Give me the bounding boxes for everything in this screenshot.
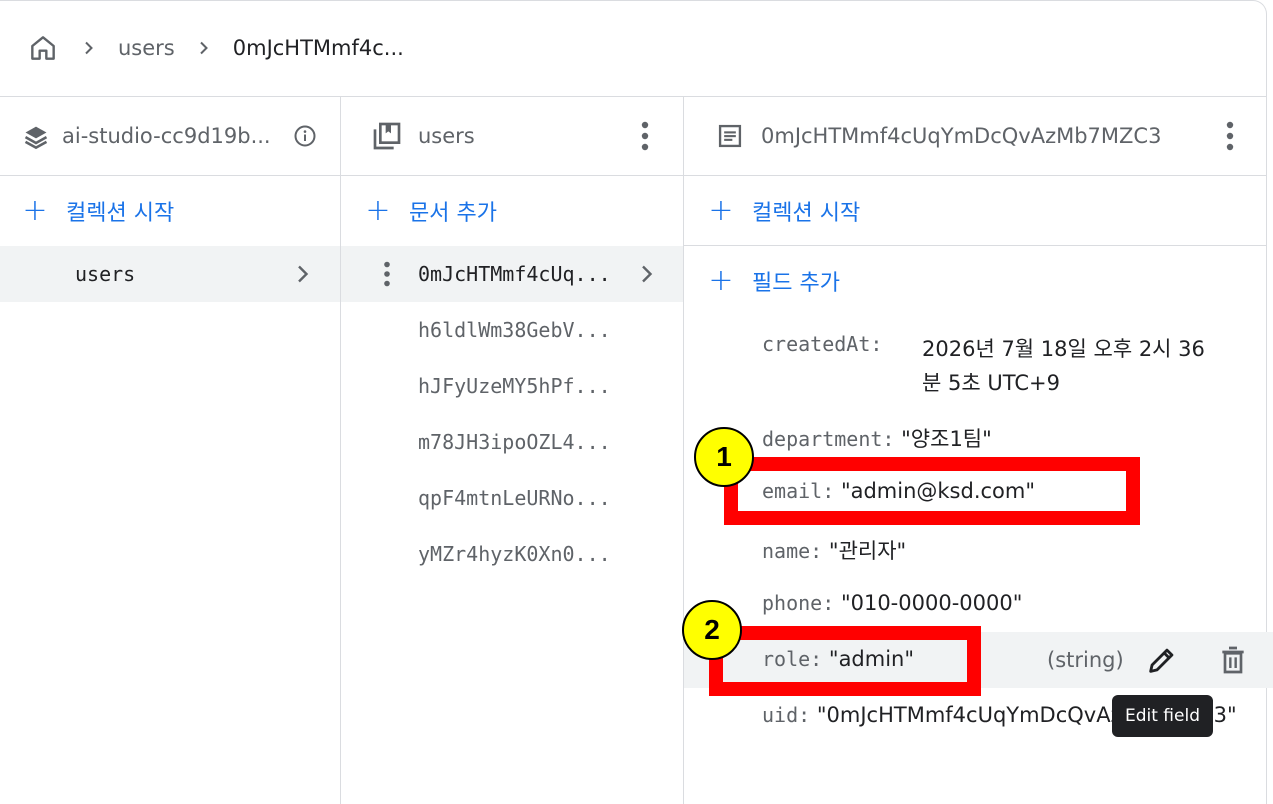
- document-item-label: 0mJcHTMmf4cUq...: [418, 262, 611, 286]
- edit-field-tooltip: Edit field: [1112, 695, 1213, 737]
- more-vert-icon[interactable]: [377, 254, 397, 294]
- field-createdAt-value: 2026년 7월 18일 오후 2시 36 분 5초 UTC+9: [922, 332, 1242, 400]
- home-icon[interactable]: [26, 31, 60, 65]
- document-item[interactable]: h6ldlWm38GebV...: [341, 302, 683, 358]
- chevron-right-icon: [82, 41, 96, 55]
- collection-column: users + 문서 추가 0mJcHTMmf4cUq... h6ldlWm38…: [341, 97, 684, 804]
- collection-item-label: users: [75, 262, 136, 286]
- collection-item-users[interactable]: users: [0, 246, 340, 302]
- collection-header: users: [341, 97, 683, 176]
- add-document-button[interactable]: + 문서 추가: [341, 176, 683, 246]
- document-item[interactable]: 0mJcHTMmf4cUq...: [341, 246, 683, 302]
- add-field-button[interactable]: + 필드 추가: [684, 246, 1267, 316]
- delete-icon[interactable]: [1216, 642, 1250, 678]
- field-name[interactable]: name: "관리자": [762, 535, 906, 565]
- chevron-right-icon: [637, 264, 657, 284]
- document-item[interactable]: hJFyUzeMY5hPf...: [341, 358, 683, 414]
- field-type-label: (string): [1047, 648, 1124, 672]
- more-vert-icon[interactable]: [1216, 116, 1244, 156]
- field-value: "양조1팀": [901, 427, 992, 451]
- document-item-label: qpF4mtnLeURNo...: [418, 486, 611, 510]
- plus-icon: +: [708, 192, 734, 228]
- document-item[interactable]: yMZr4hyzK0Xn0...: [341, 526, 683, 582]
- field-value: "010-0000-0000": [840, 591, 1023, 615]
- project-header: ai-studio-cc9d19b...: [0, 97, 340, 176]
- highlight-box-role: [709, 626, 981, 696]
- field-value-line: 2026년 7월 18일 오후 2시 36: [922, 337, 1205, 361]
- firestore-stack-icon: [22, 122, 50, 150]
- collection-title: users: [418, 124, 475, 148]
- field-key: uid:: [762, 703, 811, 727]
- document-item[interactable]: qpF4mtnLeURNo...: [341, 470, 683, 526]
- breadcrumb: users 0mJcHTMmf4c...: [0, 0, 1267, 97]
- document-title: 0mJcHTMmf4cUqYmDcQvAzMb7MZC3: [761, 124, 1162, 148]
- annotation-badge-2: 2: [682, 600, 742, 660]
- breadcrumb-users[interactable]: users: [118, 36, 175, 60]
- field-department[interactable]: department: "양조1팀": [762, 423, 992, 453]
- add-field-label: 필드 추가: [752, 271, 840, 296]
- field-key: createdAt:: [762, 332, 883, 356]
- field-value-line: 분 5초 UTC+9: [922, 371, 1060, 395]
- start-subcollection-label: 컬렉션 시작: [752, 200, 861, 226]
- project-title: ai-studio-cc9d19b...: [62, 124, 271, 148]
- highlight-box-email: [724, 457, 1140, 525]
- chevron-right-icon: [293, 264, 313, 284]
- document-item-label: m78JH3ipoOZL4...: [418, 430, 611, 454]
- field-phone[interactable]: phone: "010-0000-0000": [762, 591, 1022, 615]
- start-collection-label: 컬렉션 시작: [66, 201, 175, 226]
- more-vert-icon[interactable]: [631, 116, 659, 156]
- document-header: 0mJcHTMmf4cUqYmDcQvAzMb7MZC3: [684, 97, 1267, 176]
- document-item-label: yMZr4hyzK0Xn0...: [418, 542, 611, 566]
- field-key: department:: [762, 427, 895, 451]
- field-value: "관리자": [828, 539, 907, 563]
- field-key: phone:: [762, 591, 835, 615]
- document-icon: [716, 122, 744, 150]
- collection-icon: [371, 120, 403, 152]
- annotation-badge-1: 1: [694, 427, 754, 487]
- breadcrumb-document[interactable]: 0mJcHTMmf4c...: [233, 36, 404, 60]
- plus-icon: +: [708, 263, 734, 298]
- document-item[interactable]: m78JH3ipoOZL4...: [341, 414, 683, 470]
- field-key: name:: [762, 539, 823, 563]
- document-item-label: h6ldlWm38GebV...: [418, 318, 611, 342]
- add-document-label: 문서 추가: [409, 201, 497, 226]
- plus-icon: +: [365, 193, 391, 228]
- field-createdAt[interactable]: createdAt:: [762, 332, 882, 356]
- start-subcollection-button[interactable]: + 컬렉션 시작: [684, 176, 1267, 246]
- document-item-label: hJFyUzeMY5hPf...: [418, 374, 611, 398]
- chevron-right-icon: [197, 41, 211, 55]
- start-collection-button[interactable]: + 컬렉션 시작: [0, 176, 340, 246]
- edit-icon[interactable]: [1144, 642, 1180, 678]
- info-icon[interactable]: [293, 124, 317, 148]
- plus-icon: +: [22, 193, 48, 228]
- project-column: ai-studio-cc9d19b... + 컬렉션 시작 users: [0, 97, 341, 804]
